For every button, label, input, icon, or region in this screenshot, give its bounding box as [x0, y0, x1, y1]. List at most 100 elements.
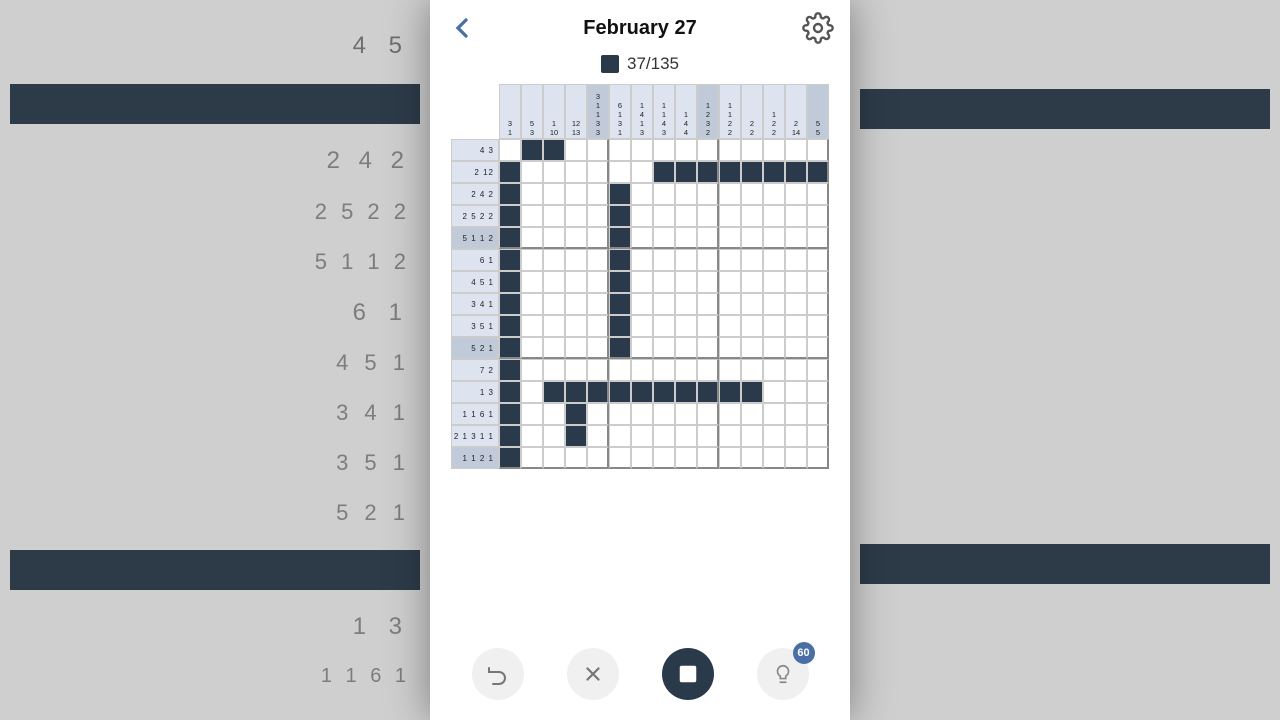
- grid-cell[interactable]: [741, 447, 763, 469]
- grid-cell[interactable]: [719, 205, 741, 227]
- grid-cell[interactable]: [565, 315, 587, 337]
- grid-cell[interactable]: [719, 139, 741, 161]
- grid-cell[interactable]: [499, 447, 521, 469]
- grid-cell[interactable]: [543, 293, 565, 315]
- grid-cell[interactable]: [763, 315, 785, 337]
- grid-cell[interactable]: [807, 227, 829, 249]
- back-button[interactable]: [446, 12, 478, 44]
- grid-cell[interactable]: [807, 337, 829, 359]
- grid-cell[interactable]: [675, 161, 697, 183]
- grid-cell[interactable]: [675, 447, 697, 469]
- grid-cell[interactable]: [565, 381, 587, 403]
- grid-cell[interactable]: [763, 183, 785, 205]
- undo-button[interactable]: [472, 648, 524, 700]
- grid-cell[interactable]: [521, 381, 543, 403]
- grid-cell[interactable]: [697, 271, 719, 293]
- grid-cell[interactable]: [653, 403, 675, 425]
- grid-cell[interactable]: [763, 249, 785, 271]
- grid-cell[interactable]: [719, 227, 741, 249]
- grid-cell[interactable]: [785, 183, 807, 205]
- grid-cell[interactable]: [675, 403, 697, 425]
- grid-cell[interactable]: [609, 337, 631, 359]
- grid-cell[interactable]: [807, 293, 829, 315]
- grid-cell[interactable]: [741, 249, 763, 271]
- grid-cell[interactable]: [543, 227, 565, 249]
- grid-cell[interactable]: [741, 425, 763, 447]
- grid-cell[interactable]: [785, 161, 807, 183]
- grid-cell[interactable]: [565, 271, 587, 293]
- grid-cell[interactable]: [763, 227, 785, 249]
- grid-cell[interactable]: [543, 315, 565, 337]
- grid-cell[interactable]: [609, 205, 631, 227]
- grid-cell[interactable]: [543, 139, 565, 161]
- grid-cell[interactable]: [675, 359, 697, 381]
- grid-cell[interactable]: [609, 271, 631, 293]
- grid-cell[interactable]: [521, 271, 543, 293]
- grid-cell[interactable]: [763, 139, 785, 161]
- grid-cell[interactable]: [587, 337, 609, 359]
- grid-cell[interactable]: [697, 359, 719, 381]
- grid-cell[interactable]: [675, 381, 697, 403]
- grid-cell[interactable]: [543, 249, 565, 271]
- grid-cell[interactable]: [587, 359, 609, 381]
- grid-cell[interactable]: [785, 359, 807, 381]
- grid-cell[interactable]: [631, 359, 653, 381]
- grid-cell[interactable]: [499, 293, 521, 315]
- grid-cell[interactable]: [697, 447, 719, 469]
- grid-cell[interactable]: [697, 381, 719, 403]
- grid-cell[interactable]: [565, 403, 587, 425]
- grid-cell[interactable]: [565, 161, 587, 183]
- grid-cell[interactable]: [785, 293, 807, 315]
- grid-cell[interactable]: [807, 403, 829, 425]
- grid-cell[interactable]: [807, 271, 829, 293]
- grid-cell[interactable]: [653, 139, 675, 161]
- grid-cell[interactable]: [697, 337, 719, 359]
- grid-cell[interactable]: [741, 315, 763, 337]
- grid-cell[interactable]: [565, 447, 587, 469]
- grid-cell[interactable]: [499, 315, 521, 337]
- grid-cell[interactable]: [499, 381, 521, 403]
- grid-cell[interactable]: [697, 205, 719, 227]
- grid-cell[interactable]: [763, 381, 785, 403]
- grid-cell[interactable]: [763, 161, 785, 183]
- grid-cell[interactable]: [565, 359, 587, 381]
- grid-cell[interactable]: [543, 271, 565, 293]
- grid-cell[interactable]: [609, 381, 631, 403]
- grid-cell[interactable]: [565, 227, 587, 249]
- grid-cell[interactable]: [741, 227, 763, 249]
- grid-cell[interactable]: [543, 425, 565, 447]
- grid-cell[interactable]: [565, 425, 587, 447]
- grid-cell[interactable]: [521, 139, 543, 161]
- grid-cell[interactable]: [587, 227, 609, 249]
- grid-cell[interactable]: [675, 337, 697, 359]
- grid-cell[interactable]: [609, 293, 631, 315]
- grid-cell[interactable]: [719, 359, 741, 381]
- grid-cell[interactable]: [719, 447, 741, 469]
- grid-cell[interactable]: [609, 403, 631, 425]
- grid-cell[interactable]: [785, 337, 807, 359]
- grid-cell[interactable]: [697, 315, 719, 337]
- grid-cell[interactable]: [653, 183, 675, 205]
- grid-cell[interactable]: [521, 425, 543, 447]
- grid-cell[interactable]: [741, 403, 763, 425]
- grid-cell[interactable]: [499, 359, 521, 381]
- grid-cell[interactable]: [785, 425, 807, 447]
- grid-cell[interactable]: [807, 447, 829, 469]
- grid-cell[interactable]: [631, 315, 653, 337]
- grid-cell[interactable]: [653, 293, 675, 315]
- grid-cell[interactable]: [719, 161, 741, 183]
- grid-cell[interactable]: [587, 271, 609, 293]
- grid-cell[interactable]: [675, 271, 697, 293]
- grid-cell[interactable]: [587, 205, 609, 227]
- grid-cell[interactable]: [741, 293, 763, 315]
- grid-cell[interactable]: [521, 205, 543, 227]
- hint-button[interactable]: 60: [757, 648, 809, 700]
- grid-cell[interactable]: [521, 249, 543, 271]
- grid-cell[interactable]: [609, 139, 631, 161]
- grid-cell[interactable]: [785, 139, 807, 161]
- grid-cell[interactable]: [741, 381, 763, 403]
- grid-cell[interactable]: [763, 447, 785, 469]
- grid-cell[interactable]: [565, 293, 587, 315]
- grid-cell[interactable]: [785, 447, 807, 469]
- grid-cell[interactable]: [565, 183, 587, 205]
